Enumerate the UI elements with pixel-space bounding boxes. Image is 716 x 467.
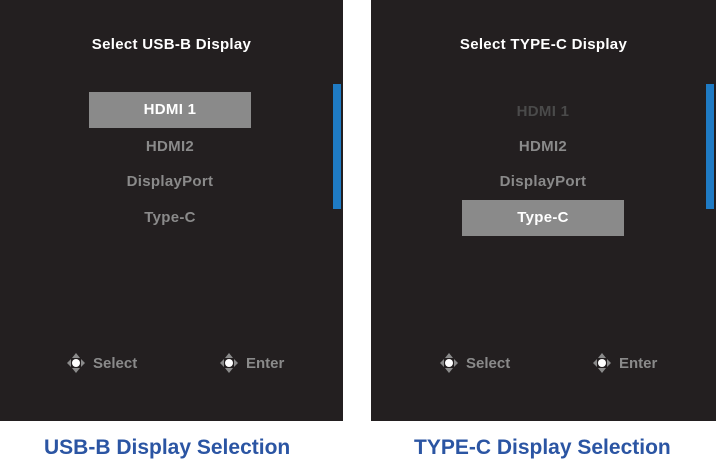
menu-item-type-c[interactable]: Type-C [462, 200, 624, 236]
select-hint-label: Select [466, 354, 511, 372]
menu-item-hdmi2[interactable]: HDMI2 [462, 129, 624, 165]
scrollbar[interactable] [706, 84, 714, 209]
select-hint-label: Select [93, 354, 138, 372]
enter-hint: Enter [590, 352, 657, 374]
enter-hint-label: Enter [246, 354, 285, 372]
menu-item-hdmi1: HDMI 1 [516, 103, 570, 120]
menu-item-type-c[interactable]: Type-C [89, 200, 251, 236]
joystick-press-icon [220, 353, 238, 373]
menu-item-displayport[interactable]: DisplayPort [462, 164, 624, 200]
caption-usb-b: USB-B Display Selection [44, 436, 291, 459]
osd-panel-usb-b: Select USB-B Display HDMI 1 HDMI2 Displa… [0, 0, 343, 421]
enter-hint: Enter [217, 352, 284, 374]
joystick-press-icon [593, 353, 611, 373]
panel-title: Select USB-B Display [91, 36, 252, 53]
menu-item-hdmi1[interactable]: HDMI 1 [89, 92, 251, 128]
joystick-updown-icon [440, 353, 458, 373]
menu-item-displayport[interactable]: DisplayPort [89, 164, 251, 200]
joystick-updown-icon [67, 353, 85, 373]
caption-type-c: TYPE-C Display Selection [414, 436, 671, 459]
osd-panel-type-c: Select TYPE-C Display HDMI 1 HDMI2 Displ… [371, 0, 716, 421]
menu-item-hdmi2[interactable]: HDMI2 [89, 129, 251, 165]
enter-hint-label: Enter [619, 354, 658, 372]
select-hint: Select [64, 352, 137, 374]
scrollbar[interactable] [333, 84, 341, 209]
panel-title: Select TYPE-C Display [459, 36, 628, 53]
select-hint: Select [437, 352, 510, 374]
